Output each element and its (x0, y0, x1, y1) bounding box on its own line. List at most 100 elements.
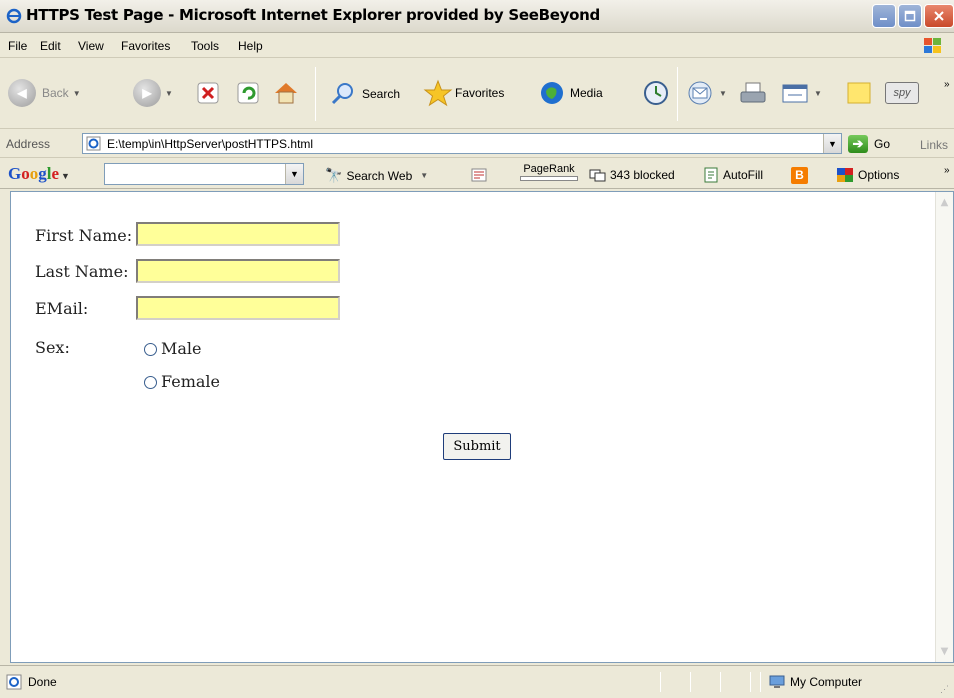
maximize-icon (904, 10, 916, 22)
forward-button[interactable]: ▶ ▼ (133, 79, 173, 107)
google-toolbar: Google ▼ ▼ 🔭 Search Web ▼ PageRank 343 bl… (0, 159, 954, 189)
chevron-down-icon: ▼ (719, 88, 727, 98)
last-name-input[interactable] (136, 259, 340, 283)
print-button[interactable] (738, 80, 768, 106)
toolbar-overflow-icon[interactable]: » (944, 79, 950, 90)
blogger-button[interactable]: B (791, 167, 808, 184)
popup-blocker-button[interactable]: 343 blocked (588, 167, 675, 183)
email-label: EMail: (35, 299, 89, 318)
options-label: Options (858, 168, 900, 182)
stop-icon (197, 82, 219, 104)
chevron-down-icon[interactable]: ▼ (285, 164, 303, 184)
first-name-input[interactable] (136, 222, 340, 246)
chevron-down-icon[interactable]: ▼ (823, 134, 841, 153)
page-icon (86, 136, 101, 151)
menu-file[interactable]: File (8, 39, 27, 53)
standard-toolbar: ◀ Back ▼ ▶ ▼ Search Favorites Media ▼ ▼ (0, 59, 954, 129)
address-input[interactable]: E:\temp\in\HttpServer\postHTTPS.html ▼ (82, 133, 842, 154)
menu-help[interactable]: Help (238, 39, 263, 53)
popup-blocker-icon (589, 169, 606, 182)
google-overflow-icon[interactable]: » (944, 165, 950, 176)
close-icon (934, 11, 944, 21)
scroll-down-icon[interactable]: ▼ (936, 643, 953, 660)
spy-button[interactable]: spy (885, 82, 919, 104)
first-name-label: First Name: (35, 226, 133, 245)
mail-icon (688, 81, 712, 105)
page-icon (6, 674, 22, 690)
close-button[interactable] (924, 4, 954, 28)
links-button[interactable]: Links (920, 138, 948, 152)
status-bar: Done My Computer ⋰ (0, 665, 954, 698)
menu-favorites[interactable]: Favorites (121, 39, 170, 53)
edit-icon (782, 84, 808, 103)
media-icon (541, 82, 563, 104)
mail-button[interactable]: ▼ (687, 80, 727, 106)
search-label: Search (362, 87, 401, 101)
email-input[interactable] (136, 296, 340, 320)
media-label: Media (570, 86, 603, 100)
media-button[interactable]: Media (538, 79, 603, 107)
male-radio[interactable] (144, 343, 157, 356)
status-text: Done (28, 675, 57, 689)
security-zone: My Computer (768, 670, 862, 694)
scroll-up-icon[interactable]: ▲ (936, 194, 953, 211)
stop-button[interactable] (196, 81, 220, 105)
male-label: Male (161, 339, 202, 358)
windows-logo-icon (924, 38, 941, 53)
printer-icon (740, 82, 766, 103)
spy-icon: spy (885, 82, 919, 104)
google-search-input[interactable]: ▼ (104, 163, 304, 185)
news-icon (471, 168, 487, 182)
minimize-icon (880, 18, 887, 20)
chevron-down-icon: ▼ (420, 171, 429, 180)
page-content: First Name: Last Name: EMail: Sex: Male … (10, 191, 954, 663)
news-button[interactable] (470, 167, 488, 183)
blogger-icon: B (791, 167, 808, 184)
chevron-down-icon: ▼ (165, 88, 173, 98)
window-title: HTTPS Test Page - Microsoft Internet Exp… (26, 6, 600, 24)
refresh-button[interactable] (236, 81, 260, 105)
favorites-button[interactable]: Favorites (423, 79, 504, 107)
google-logo[interactable]: Google ▼ (8, 164, 70, 184)
history-icon (644, 81, 668, 105)
edit-button[interactable]: ▼ (780, 80, 822, 106)
search-web-button[interactable]: 🔭 Search Web ▼ (325, 167, 428, 184)
chevron-down-icon: ▼ (72, 88, 81, 98)
resize-grip-icon[interactable]: ⋰ (940, 684, 949, 695)
status-done: Done (6, 670, 57, 694)
vertical-scrollbar[interactable]: ▲ ▼ (935, 192, 953, 662)
internet-explorer-icon (6, 8, 22, 24)
star-icon (423, 79, 453, 107)
minimize-button[interactable] (872, 4, 896, 28)
female-radio[interactable] (144, 376, 157, 389)
address-label: Address (6, 137, 51, 151)
menu-edit[interactable]: Edit (40, 39, 61, 53)
zone-label: My Computer (790, 675, 863, 689)
menu-view[interactable]: View (78, 39, 104, 53)
back-label: Back (42, 86, 69, 100)
last-name-label: Last Name: (35, 262, 129, 281)
binoculars-icon: 🔭 (325, 167, 343, 183)
autofill-button[interactable]: AutoFill (703, 167, 763, 183)
menu-tools[interactable]: Tools (191, 39, 219, 53)
maximize-button[interactable] (898, 4, 922, 28)
blocked-count: 343 blocked (610, 168, 675, 182)
autofill-icon (704, 167, 718, 183)
go-arrow-icon: ➔ (848, 135, 868, 153)
back-button[interactable]: ◀ Back ▼ (8, 79, 81, 107)
refresh-icon (237, 82, 259, 104)
go-label: Go (874, 137, 891, 151)
title-bar[interactable]: HTTPS Test Page - Microsoft Internet Exp… (0, 0, 954, 33)
notes-button[interactable] (845, 80, 873, 106)
submit-button[interactable]: Submit (443, 433, 511, 460)
female-label: Female (161, 372, 220, 391)
home-button[interactable] (272, 79, 300, 107)
forward-arrow-icon: ▶ (133, 79, 161, 107)
search-button[interactable]: Search (330, 81, 400, 107)
go-button[interactable]: ➔ Go (848, 135, 890, 153)
chevron-down-icon: ▼ (814, 88, 822, 98)
history-button[interactable] (643, 80, 669, 106)
options-button[interactable]: Options (836, 167, 899, 183)
pagerank-label: PageRank (523, 163, 575, 175)
address-url: E:\temp\in\HttpServer\postHTTPS.html (107, 136, 314, 151)
